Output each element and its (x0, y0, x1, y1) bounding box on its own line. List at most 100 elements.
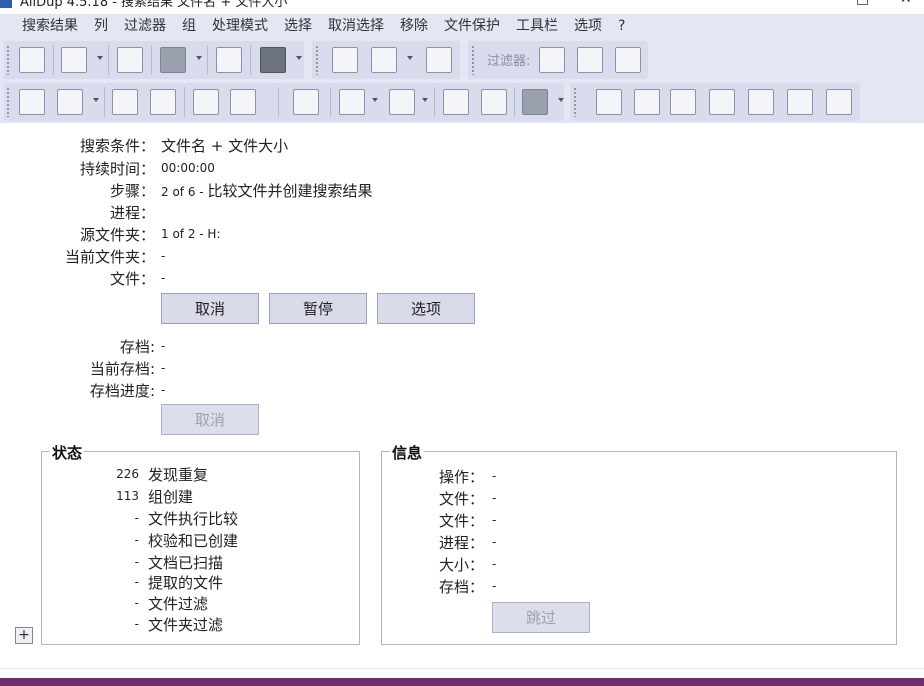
select-file-icon[interactable] (336, 86, 368, 118)
duration-value: 00:00:00 (161, 161, 215, 175)
archive-label: 存档: (119, 337, 155, 356)
menu-bar: 搜索结果 列 过滤器 组 处理模式 选择 取消选择 移除 文件保护 工具栏 选项… (0, 14, 924, 39)
separator (250, 45, 251, 75)
save-icon[interactable] (157, 44, 189, 76)
filter-none-icon[interactable] (536, 44, 568, 76)
info-title: 信息 (390, 442, 425, 463)
audio-icon[interactable] (823, 86, 855, 118)
archive-value: - (161, 339, 166, 353)
toolbar-grip[interactable] (471, 45, 475, 75)
forward-icon[interactable] (54, 86, 86, 118)
menu-deselect[interactable]: 取消选择 (320, 14, 392, 39)
file-row: 文件： - (0, 267, 924, 289)
cancel-archive-button[interactable]: 取消 (161, 404, 259, 435)
search-progress-panel: 搜索条件： 文件名 + 文件大小 持续时间： 00:00:00 步骤： 2 of… (0, 123, 924, 668)
dropdown-arrow-icon[interactable] (97, 56, 103, 60)
expand-button[interactable]: + (15, 627, 33, 644)
dropdown-arrow-icon[interactable] (422, 98, 428, 102)
menu-results[interactable]: 搜索结果 (14, 14, 86, 39)
status-label: 文件夹过滤 (148, 616, 224, 634)
exif-icon[interactable] (784, 86, 816, 118)
browser-icon[interactable] (631, 86, 663, 118)
archive-progress-label: 存档进度: (89, 381, 155, 400)
move-up-icon[interactable] (190, 86, 222, 118)
criteria-value: 文件名 + 文件大小 (161, 136, 289, 155)
menu-select[interactable]: 选择 (276, 14, 320, 39)
info-row: 存档： - (0, 576, 924, 597)
columns-icon[interactable] (329, 44, 361, 76)
text-viewer-icon[interactable] (593, 86, 625, 118)
menu-process-mode[interactable]: 处理模式 (204, 14, 276, 39)
image-viewer-icon[interactable] (706, 86, 738, 118)
filter-checked-icon[interactable] (574, 44, 606, 76)
source-folder-row: 源文件夹： 1 of 2 - H: (0, 223, 924, 245)
media-player-icon[interactable] (667, 86, 699, 118)
info-label: 文件： (438, 512, 484, 530)
skip-button[interactable]: 跳过 (492, 602, 590, 633)
menu-columns[interactable]: 列 (86, 14, 116, 39)
dropdown-arrow-icon[interactable] (196, 56, 202, 60)
menu-filter[interactable]: 过滤器 (116, 14, 174, 39)
status-bar (0, 668, 924, 678)
menu-remove[interactable]: 移除 (392, 14, 436, 39)
separator (104, 87, 105, 117)
filter-partial-icon[interactable] (612, 44, 644, 76)
info-row: 文件： - (0, 510, 924, 531)
info-row: 文件： - (0, 488, 924, 509)
size-unit-kb-mb-icon[interactable] (423, 44, 455, 76)
menu-options[interactable]: 选项 (566, 14, 610, 39)
dropdown-arrow-icon[interactable] (93, 98, 99, 102)
info-label: 存档： (438, 578, 484, 596)
menu-file-protect[interactable]: 文件保护 (436, 14, 508, 39)
maximize-icon[interactable]: □ (856, 0, 869, 7)
progress-row: 进程： (0, 201, 924, 223)
dropdown-arrow-icon[interactable] (407, 56, 413, 60)
dropdown-arrow-icon[interactable] (296, 56, 302, 60)
menu-toolbar[interactable]: 工具栏 (508, 14, 566, 39)
vlc-icon[interactable] (745, 86, 777, 118)
expand-group-icon[interactable] (109, 86, 141, 118)
folder-settings-icon[interactable] (290, 86, 322, 118)
step-label: 步骤： (109, 181, 155, 200)
criteria-label: 搜索条件： (79, 136, 155, 155)
info-label: 文件： (438, 490, 484, 508)
column-width-icon[interactable] (368, 44, 400, 76)
collapse-group-icon[interactable] (147, 86, 179, 118)
menu-help[interactable]: ? (610, 14, 633, 39)
info-label: 操作： (438, 468, 484, 486)
toolbar-main: 过滤器: (0, 39, 924, 81)
separator (108, 45, 109, 75)
current-folder-row: 当前文件夹： - (0, 245, 924, 267)
delete-results-icon[interactable] (16, 44, 48, 76)
toolbar-grip[interactable] (573, 87, 577, 117)
archive-progress-value: - (161, 383, 166, 397)
deselect-folder-icon[interactable] (478, 86, 510, 118)
back-icon[interactable] (16, 86, 48, 118)
toolbar-grip[interactable] (6, 45, 10, 75)
dropdown-arrow-icon[interactable] (558, 98, 564, 102)
close-results-icon[interactable] (257, 44, 289, 76)
cancel-search-button[interactable]: 取消 (161, 293, 259, 324)
preview-icon[interactable] (58, 44, 90, 76)
criteria-row: 搜索条件： 文件名 + 文件大小 (0, 134, 924, 156)
toolbar-grip[interactable] (315, 45, 319, 75)
options-button[interactable]: 选项 (377, 293, 475, 324)
select-folder-icon[interactable] (440, 86, 472, 118)
info-row: 大小： - (0, 554, 924, 575)
log-icon[interactable] (114, 44, 146, 76)
current-folder-label: 当前文件夹： (64, 247, 155, 266)
toolbar-grip[interactable] (6, 87, 10, 117)
separator (330, 87, 331, 117)
deselect-file-icon[interactable] (386, 86, 418, 118)
undo-icon[interactable] (519, 86, 551, 118)
dropdown-arrow-icon[interactable] (372, 98, 378, 102)
move-down-icon[interactable] (227, 86, 259, 118)
current-folder-value: - (161, 249, 166, 263)
info-value: - (492, 557, 497, 571)
close-icon[interactable]: ✕ (900, 0, 912, 7)
info-label: 大小： (438, 556, 484, 574)
pause-button[interactable]: 暂停 (269, 293, 367, 324)
help-icon[interactable] (213, 44, 245, 76)
title-bar: AllDup 4.5.18 - 搜索结果 文件名 + 文件大小 □ ✕ (0, 0, 924, 14)
menu-group[interactable]: 组 (174, 14, 204, 39)
